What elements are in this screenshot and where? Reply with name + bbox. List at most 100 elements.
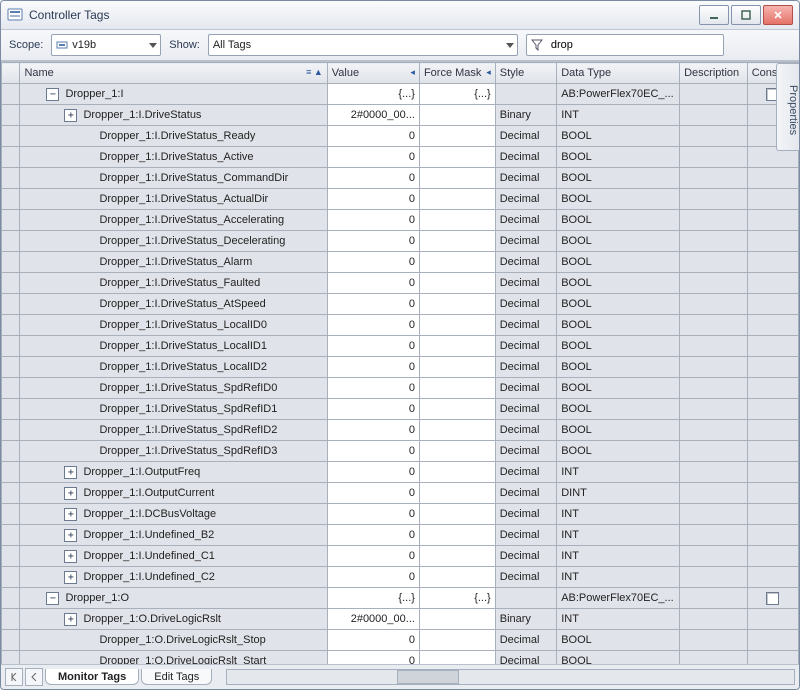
cell-constant[interactable] bbox=[747, 189, 798, 210]
cell-description[interactable] bbox=[680, 441, 748, 462]
cell-forcemask[interactable] bbox=[419, 546, 495, 567]
expand-icon[interactable]: + bbox=[64, 613, 77, 626]
cell-datatype[interactable]: AB:PowerFlex70EC_... bbox=[557, 588, 680, 609]
table-row[interactable]: Dropper_1:O.DriveLogicRslt_Stop0DecimalB… bbox=[2, 630, 799, 651]
cell-description[interactable] bbox=[680, 399, 748, 420]
cell-description[interactable] bbox=[680, 147, 748, 168]
row-selector[interactable] bbox=[2, 84, 20, 105]
row-selector[interactable] bbox=[2, 462, 20, 483]
cell-value[interactable]: 0 bbox=[327, 462, 419, 483]
col-datatype[interactable]: Data Type bbox=[557, 63, 680, 84]
row-selector[interactable] bbox=[2, 567, 20, 588]
cell-value[interactable]: 0 bbox=[327, 504, 419, 525]
row-selector[interactable] bbox=[2, 315, 20, 336]
cell-forcemask[interactable] bbox=[419, 504, 495, 525]
cell-description[interactable] bbox=[680, 525, 748, 546]
cell-datatype[interactable]: BOOL bbox=[557, 252, 680, 273]
cell-value[interactable]: 2#0000_00... bbox=[327, 609, 419, 630]
table-row[interactable]: +Dropper_1:I.Undefined_C20DecimalINT bbox=[2, 567, 799, 588]
scope-combo[interactable]: v19b bbox=[51, 34, 161, 56]
cell-forcemask[interactable] bbox=[419, 609, 495, 630]
cell-description[interactable] bbox=[680, 84, 748, 105]
cell-constant[interactable] bbox=[747, 294, 798, 315]
cell-forcemask[interactable] bbox=[419, 231, 495, 252]
cell-datatype[interactable]: BOOL bbox=[557, 231, 680, 252]
cell-value[interactable]: 0 bbox=[327, 546, 419, 567]
table-row[interactable]: Dropper_1:I.DriveStatus_Accelerating0Dec… bbox=[2, 210, 799, 231]
cell-forcemask[interactable] bbox=[419, 147, 495, 168]
col-value[interactable]: Value◂ bbox=[327, 63, 419, 84]
cell-name[interactable]: Dropper_1:I.DriveStatus_Decelerating bbox=[20, 231, 327, 252]
cell-forcemask[interactable] bbox=[419, 336, 495, 357]
cell-value[interactable]: 0 bbox=[327, 168, 419, 189]
row-selector[interactable] bbox=[2, 210, 20, 231]
cell-value[interactable]: 0 bbox=[327, 126, 419, 147]
cell-description[interactable] bbox=[680, 189, 748, 210]
cell-style[interactable]: Decimal bbox=[495, 294, 556, 315]
cell-constant[interactable] bbox=[747, 441, 798, 462]
row-selector[interactable] bbox=[2, 525, 20, 546]
horizontal-scrollbar[interactable] bbox=[226, 669, 795, 685]
table-row[interactable]: Dropper_1:I.DriveStatus_Ready0DecimalBOO… bbox=[2, 126, 799, 147]
cell-name[interactable]: Dropper_1:I.DriveStatus_AtSpeed bbox=[20, 294, 327, 315]
cell-style[interactable]: Decimal bbox=[495, 483, 556, 504]
cell-datatype[interactable]: BOOL bbox=[557, 126, 680, 147]
table-row[interactable]: Dropper_1:O.DriveLogicRslt_Start0Decimal… bbox=[2, 651, 799, 665]
cell-forcemask[interactable] bbox=[419, 357, 495, 378]
cell-forcemask[interactable] bbox=[419, 252, 495, 273]
cell-value[interactable]: 0 bbox=[327, 189, 419, 210]
cell-datatype[interactable]: BOOL bbox=[557, 210, 680, 231]
cell-constant[interactable] bbox=[747, 252, 798, 273]
cell-description[interactable] bbox=[680, 483, 748, 504]
row-selector[interactable] bbox=[2, 546, 20, 567]
cell-style[interactable] bbox=[495, 588, 556, 609]
cell-forcemask[interactable] bbox=[419, 210, 495, 231]
cell-forcemask[interactable] bbox=[419, 420, 495, 441]
row-selector[interactable] bbox=[2, 105, 20, 126]
cell-datatype[interactable]: INT bbox=[557, 504, 680, 525]
cell-forcemask[interactable] bbox=[419, 483, 495, 504]
cell-datatype[interactable]: BOOL bbox=[557, 168, 680, 189]
cell-description[interactable] bbox=[680, 651, 748, 665]
table-row[interactable]: Dropper_1:I.DriveStatus_Alarm0DecimalBOO… bbox=[2, 252, 799, 273]
table-row[interactable]: Dropper_1:I.DriveStatus_SpdRefID20Decima… bbox=[2, 420, 799, 441]
col-style[interactable]: Style bbox=[495, 63, 556, 84]
cell-name[interactable]: −Dropper_1:O bbox=[20, 588, 327, 609]
constant-checkbox[interactable] bbox=[766, 592, 779, 605]
cell-style[interactable]: Decimal bbox=[495, 357, 556, 378]
cell-constant[interactable] bbox=[747, 399, 798, 420]
cell-name[interactable]: Dropper_1:O.DriveLogicRslt_Stop bbox=[20, 630, 327, 651]
cell-forcemask[interactable] bbox=[419, 189, 495, 210]
tabnav-prev[interactable] bbox=[25, 668, 43, 686]
table-row[interactable]: Dropper_1:I.DriveStatus_CommandDir0Decim… bbox=[2, 168, 799, 189]
cell-value[interactable]: 0 bbox=[327, 294, 419, 315]
table-row[interactable]: +Dropper_1:I.Undefined_B20DecimalINT bbox=[2, 525, 799, 546]
cell-forcemask[interactable] bbox=[419, 126, 495, 147]
cell-style[interactable]: Decimal bbox=[495, 546, 556, 567]
table-row[interactable]: +Dropper_1:I.Undefined_C10DecimalINT bbox=[2, 546, 799, 567]
cell-value[interactable]: 0 bbox=[327, 630, 419, 651]
table-row[interactable]: Dropper_1:I.DriveStatus_LocalID20Decimal… bbox=[2, 357, 799, 378]
row-selector[interactable] bbox=[2, 273, 20, 294]
cell-forcemask[interactable] bbox=[419, 294, 495, 315]
table-row[interactable]: Dropper_1:I.DriveStatus_LocalID10Decimal… bbox=[2, 336, 799, 357]
row-selector[interactable] bbox=[2, 588, 20, 609]
filter-box[interactable] bbox=[526, 34, 724, 56]
cell-name[interactable]: +Dropper_1:I.Undefined_B2 bbox=[20, 525, 327, 546]
cell-constant[interactable] bbox=[747, 483, 798, 504]
close-button[interactable] bbox=[763, 5, 793, 25]
cell-description[interactable] bbox=[680, 588, 748, 609]
cell-name[interactable]: +Dropper_1:I.OutputCurrent bbox=[20, 483, 327, 504]
cell-forcemask[interactable] bbox=[419, 378, 495, 399]
cell-forcemask[interactable] bbox=[419, 630, 495, 651]
cell-datatype[interactable]: INT bbox=[557, 609, 680, 630]
cell-style[interactable]: Decimal bbox=[495, 336, 556, 357]
cell-style[interactable]: Decimal bbox=[495, 252, 556, 273]
cell-style[interactable]: Decimal bbox=[495, 315, 556, 336]
cell-description[interactable] bbox=[680, 210, 748, 231]
table-row[interactable]: Dropper_1:I.DriveStatus_Active0DecimalBO… bbox=[2, 147, 799, 168]
cell-value[interactable]: 2#0000_00... bbox=[327, 105, 419, 126]
cell-value[interactable]: 0 bbox=[327, 231, 419, 252]
cell-style[interactable]: Decimal bbox=[495, 567, 556, 588]
collapse-icon[interactable]: − bbox=[46, 592, 59, 605]
